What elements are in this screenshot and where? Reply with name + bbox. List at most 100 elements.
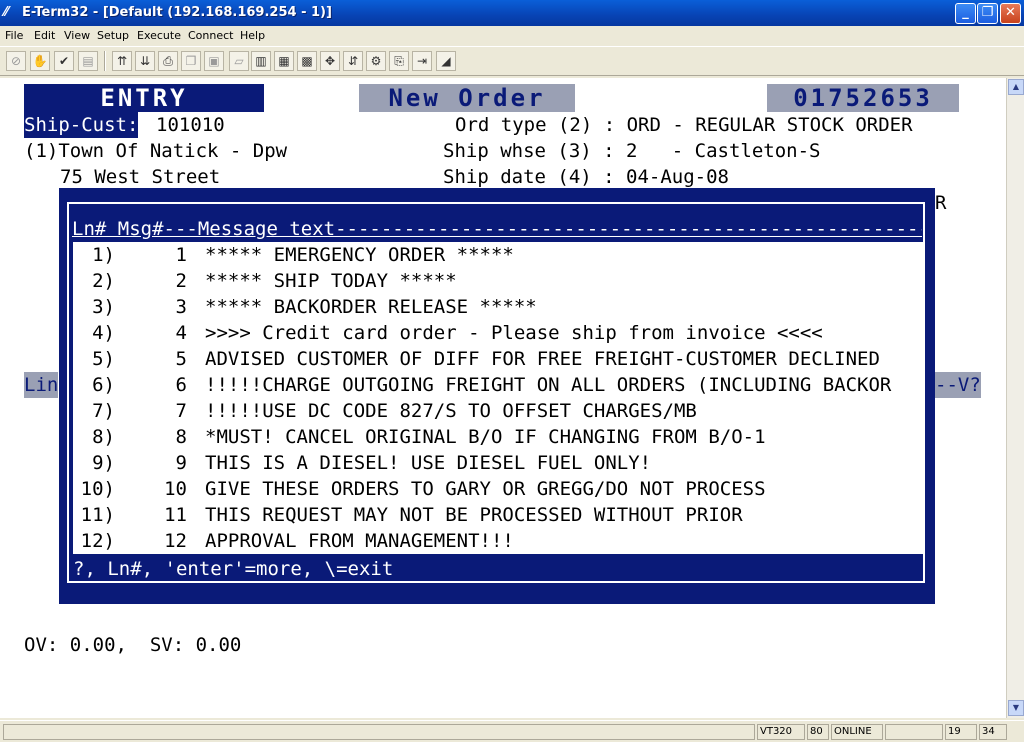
message-list: 1) 1 ***** EMERGENCY ORDER ***** 2) 2 ***** … (73, 242, 923, 554)
close-button[interactable]: ✕ (1000, 3, 1021, 24)
row-msg: 8 (175, 426, 187, 448)
connect-icon[interactable]: ✔ (54, 51, 74, 71)
right-fragment-text: R (935, 192, 947, 214)
status-bar: VT320 80 ONLINE 19 34 (0, 720, 1024, 742)
scroll-up-icon[interactable]: ▲ (1008, 79, 1024, 95)
row-ln: 11) (80, 504, 115, 526)
row-text: >>>> Credit card order - Please ship fro… (205, 322, 823, 344)
row-text: ***** SHIP TODAY ***** (205, 270, 457, 292)
row-msg: 1 (175, 244, 187, 266)
row-msg: 2 (175, 270, 187, 292)
menu-connect[interactable]: Connect (188, 29, 233, 42)
message-row[interactable]: 11) 11 THIS REQUEST MAY NOT BE PROCESSED W… (73, 502, 923, 528)
status-online: ONLINE (831, 724, 883, 740)
toolbar-separator (104, 51, 106, 71)
message-row[interactable]: 2) 2 ***** SHIP TODAY ***** (73, 268, 923, 294)
status-message (3, 724, 755, 740)
status-col: 34 (979, 724, 1007, 740)
status-icon[interactable]: ◢ (436, 51, 456, 71)
row-text: *MUST! CANCEL ORIGINAL B/O IF CHANGING F… (205, 426, 766, 448)
hand-icon[interactable]: ✋ (30, 51, 50, 71)
terminal-screen[interactable]: ENTRY New Order 01752653 Ship-Cust: 1010… (0, 78, 1006, 718)
scroll-down-icon[interactable]: ▼ (1008, 700, 1024, 716)
keypad-icon[interactable]: ▩ (297, 51, 317, 71)
exit-icon[interactable]: ⇥ (412, 51, 432, 71)
row-msg: 5 (175, 348, 187, 370)
row-ln: 7) (92, 400, 115, 422)
new-order-label: New Order (359, 84, 575, 112)
minimize-button[interactable]: _ (955, 3, 976, 24)
row-text: ***** BACKORDER RELEASE ***** (205, 296, 537, 318)
message-row[interactable]: 1) 1 ***** EMERGENCY ORDER ***** (73, 242, 923, 268)
row-ln: 3) (92, 296, 115, 318)
log-icon[interactable]: ▦ (274, 51, 294, 71)
customer-address: 75 West Street (60, 166, 221, 188)
menu-edit[interactable]: Edit (34, 29, 55, 42)
message-row[interactable]: 3) 3 ***** BACKORDER RELEASE ***** (73, 294, 923, 320)
paste-icon[interactable]: ▣ (204, 51, 224, 71)
restore-button[interactable]: ❐ (977, 3, 998, 24)
row-ln: 2) (92, 270, 115, 292)
status-blank (885, 724, 943, 740)
eterm-app-icon[interactable]: ⁄⁄ (4, 5, 20, 21)
print-setup-icon[interactable]: ▤ (78, 51, 98, 71)
popup-frame: Ln# Msg#---Message text-----------------… (67, 202, 925, 583)
row-text: !!!!!USE DC CODE 827/S TO OFFSET CHARGES… (205, 400, 697, 422)
message-row[interactable]: 6) 6 !!!!!CHARGE OUTGOING FREIGHT ON ALL O… (73, 372, 923, 398)
popup-prompt: ?, Ln#, 'enter'=more, \=exit (73, 558, 394, 580)
row-msg: 12 (164, 530, 187, 552)
transfer-icon[interactable]: ⇵ (343, 51, 363, 71)
row-text: ADVISED CUSTOMER OF DIFF FOR FREE FREIGH… (205, 348, 880, 370)
row-msg: 11 (164, 504, 187, 526)
row-msg: 9 (175, 452, 187, 474)
v-fragment-text: --V? (935, 372, 981, 398)
disconnect-icon[interactable]: ⊘ (6, 51, 26, 71)
line-fragment-text: Lin (24, 372, 59, 398)
row-text: THIS REQUEST MAY NOT BE PROCESSED WITHOU… (205, 504, 743, 526)
message-row[interactable]: 12) 12 APPROVAL FROM MANAGEMENT!!! (73, 528, 923, 554)
toolbar: ⊘ ✋ ✔ ▤ ⇈ ⇊ ⎙ ❐ ▣ ▱ ▥ ▦ ▩ ✥ ⇵ ⚙ ⎘ ⇥ ◢ (0, 46, 1024, 76)
row-ln: 12) (80, 530, 115, 552)
settings-icon[interactable]: ✥ (320, 51, 340, 71)
row-ln: 4) (92, 322, 115, 344)
print-icon[interactable]: ⎙ (158, 51, 178, 71)
ship-cust-field[interactable]: 101010 (156, 112, 225, 138)
order-number: 01752653 (767, 84, 959, 112)
message-row[interactable]: 4) 4 >>>> Credit card order - Please ship … (73, 320, 923, 346)
download-icon[interactable]: ⇊ (135, 51, 155, 71)
ord-type-line: Ord type (2) : ORD - REGULAR STOCK ORDER (455, 114, 913, 136)
row-text: !!!!!CHARGE OUTGOING FREIGHT ON ALL ORDE… (205, 374, 892, 396)
edit-icon[interactable]: ▱ (229, 51, 249, 71)
copy-icon[interactable]: ❐ (181, 51, 201, 71)
macro-icon[interactable]: ⚙ (366, 51, 386, 71)
menu-bar: File Edit View Setup Execute Connect Hel… (0, 26, 1024, 45)
entry-label: ENTRY (24, 84, 264, 112)
window-title: E-Term32 - [Default (192.168.169.254 - 1… (22, 5, 332, 20)
upload-icon[interactable]: ⇈ (112, 51, 132, 71)
message-row[interactable]: 7) 7 !!!!!USE DC CODE 827/S TO OFFSET CHAR… (73, 398, 923, 424)
row-text: GIVE THESE ORDERS TO GARY OR GREGG/DO NO… (205, 478, 766, 500)
row-ln: 6) (92, 374, 115, 396)
menu-file[interactable]: File (5, 29, 23, 42)
row-msg: 10 (164, 478, 187, 500)
row-text: APPROVAL FROM MANAGEMENT!!! (205, 530, 514, 552)
capture-icon[interactable]: ▥ (251, 51, 271, 71)
menu-help[interactable]: Help (240, 29, 265, 42)
script-icon[interactable]: ⎘ (389, 51, 409, 71)
status-emulation: VT320 (757, 724, 805, 740)
popup-header: Ln# Msg#---Message text-----------------… (72, 218, 922, 240)
row-ln: 9) (92, 452, 115, 474)
message-row[interactable]: 8) 8 *MUST! CANCEL ORIGINAL B/O IF CHANGIN… (73, 424, 923, 450)
menu-setup[interactable]: Setup (97, 29, 129, 42)
row-ln: 5) (92, 348, 115, 370)
row-msg: 6 (175, 374, 187, 396)
message-popup: Ln# Msg#---Message text-----------------… (59, 188, 935, 604)
title-bar: ⁄⁄ E-Term32 - [Default (192.168.169.254 … (0, 0, 1024, 26)
menu-view[interactable]: View (64, 29, 90, 42)
message-row[interactable]: 9) 9 THIS IS A DIESEL! USE DIESEL FUEL ONL… (73, 450, 923, 476)
message-row[interactable]: 5) 5 ADVISED CUSTOMER OF DIFF FOR FREE FRE… (73, 346, 923, 372)
row-msg: 3 (175, 296, 187, 318)
vertical-scrollbar[interactable]: ▲ ▼ (1006, 78, 1024, 718)
message-row[interactable]: 10) 10 GIVE THESE ORDERS TO GARY OR GREGG/… (73, 476, 923, 502)
menu-execute[interactable]: Execute (137, 29, 181, 42)
